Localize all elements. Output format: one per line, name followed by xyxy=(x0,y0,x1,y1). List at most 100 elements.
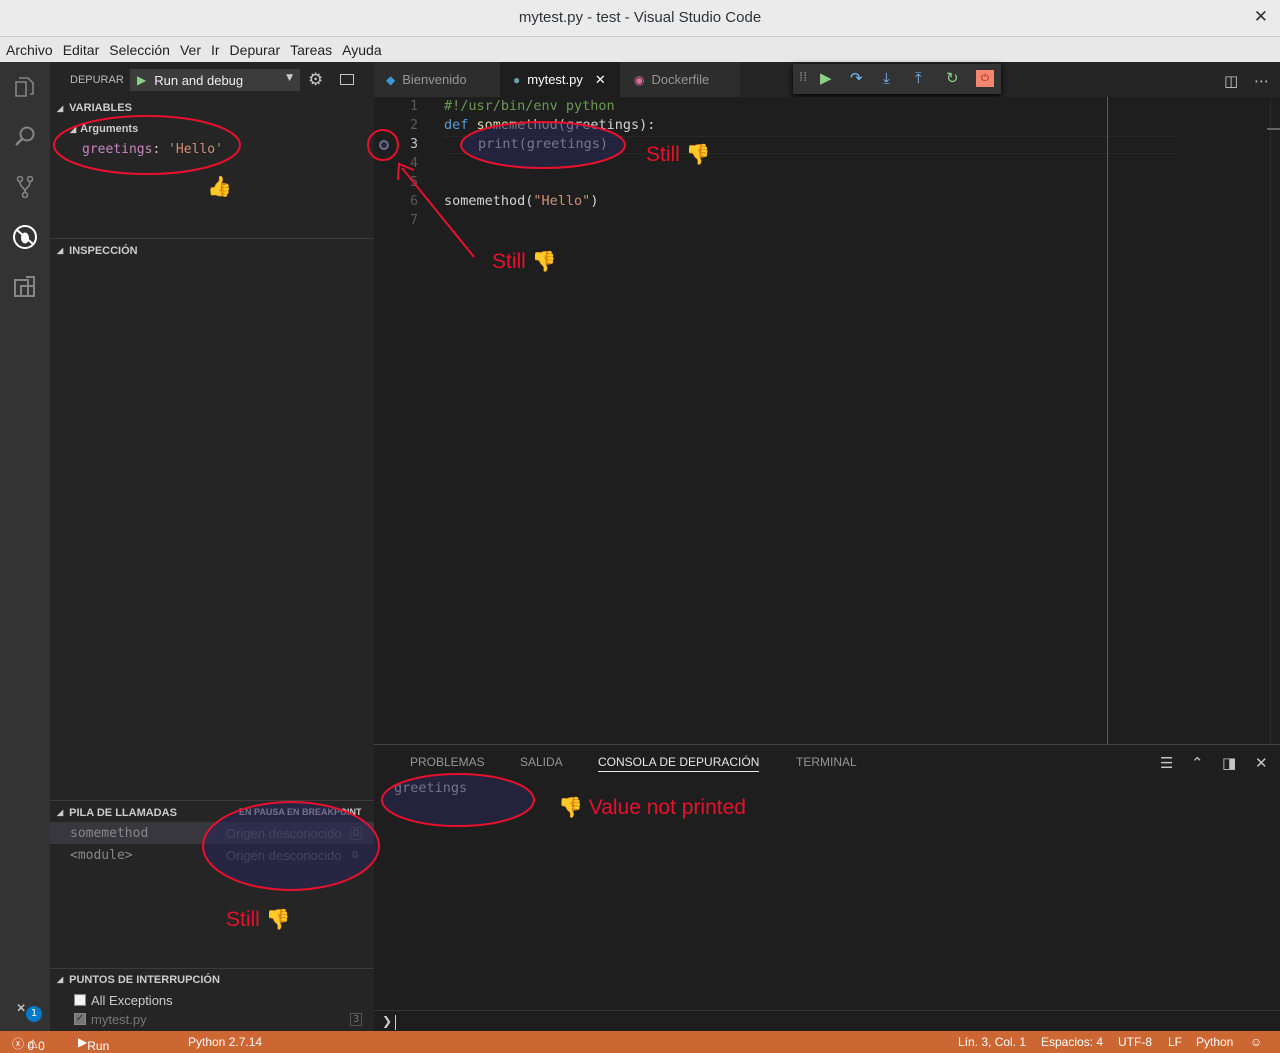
language-status[interactable]: Python xyxy=(1196,1035,1233,1049)
close-panel-icon[interactable]: ✕ xyxy=(1255,754,1268,772)
checkbox-checked[interactable]: ✓ xyxy=(74,1013,86,1025)
stop-icon[interactable]: ⏻ xyxy=(976,70,994,87)
toggle-panel-position-icon[interactable]: ◨ xyxy=(1222,754,1236,772)
remote-icon[interactable] xyxy=(0,990,50,1030)
step-into-icon[interactable]: ⤓ xyxy=(883,69,890,87)
code-line-6: somemethod("Hello") xyxy=(444,193,599,209)
scrollbar-track[interactable] xyxy=(1270,97,1271,744)
continue-icon[interactable]: ▶ xyxy=(820,69,832,87)
thumbs-up-annotation: 👍 xyxy=(207,176,232,198)
still-annotation: Still 👎 xyxy=(226,908,291,931)
still-annotation: Still 👎 xyxy=(646,143,711,166)
interpreter-status[interactable]: Python 2.7.14 xyxy=(188,1035,262,1049)
debug-label: DEPURAR xyxy=(70,74,124,86)
split-editor-icon[interactable]: ◫ xyxy=(1224,72,1238,90)
variables-header[interactable]: ◢ VARIABLES xyxy=(50,97,374,119)
tab-mytest-py[interactable]: ● mytest.py ✕ xyxy=(500,62,620,97)
feedback-smiley-icon[interactable]: ☺ xyxy=(1250,1035,1262,1049)
frame-name: somemethod xyxy=(70,825,149,841)
indentation-status[interactable]: Espacios: 4 xyxy=(1041,1035,1103,1049)
menu-editar[interactable]: Editar xyxy=(63,42,100,58)
breakpoint-count: 3 xyxy=(350,1013,363,1026)
menu-seleccion[interactable]: Selección xyxy=(109,42,170,58)
line-number: 5 xyxy=(410,175,418,190)
tab-problemas[interactable]: PROBLEMAS xyxy=(410,755,485,769)
menu-archivo[interactable]: Archivo xyxy=(6,42,53,58)
gear-icon[interactable]: ⚙ xyxy=(308,70,323,90)
line-number: 7 xyxy=(410,213,418,228)
encoding-status[interactable]: UTF-8 xyxy=(1118,1035,1152,1049)
start-debug-icon[interactable]: ▶ xyxy=(137,73,146,87)
breakpoint-item[interactable]: All Exceptions xyxy=(74,990,173,1010)
source-control-icon[interactable] xyxy=(0,162,50,212)
tab-terminal[interactable]: TERMINAL xyxy=(796,755,857,769)
value-not-printed-annotation: 👎 Value not printed xyxy=(558,796,746,819)
checkbox[interactable] xyxy=(74,994,86,1006)
step-over-icon[interactable]: ↷ xyxy=(850,69,863,87)
collapse-icon: ◢ xyxy=(57,975,64,984)
restart-icon[interactable]: ↻ xyxy=(946,69,959,87)
problems-status[interactable]: ⓧ 0 ⚠ 0 xyxy=(12,1035,45,1053)
eol-status[interactable]: LF xyxy=(1168,1035,1182,1049)
tab-bienvenido[interactable]: ◆ Bienvenido xyxy=(374,62,500,97)
paused-status: EN PAUSA EN BREAKPOINT xyxy=(239,807,362,817)
more-actions-icon[interactable]: ⋯ xyxy=(1254,72,1269,90)
menu-ver[interactable]: Ver xyxy=(180,42,201,58)
cursor-position[interactable]: Lín. 3, Col. 1 xyxy=(958,1035,1026,1049)
breakpoint-label: mytest.py xyxy=(91,1011,147,1027)
variable-value: 'Hello' xyxy=(168,142,223,157)
stack-frame[interactable]: <module> Origen desconocido 0 xyxy=(50,844,374,866)
debug-icon[interactable] xyxy=(0,212,50,262)
extensions-icon[interactable] xyxy=(0,262,50,312)
code-line-3: print(greetings) xyxy=(478,136,609,152)
activity-bar: 1 xyxy=(0,62,50,1031)
breakpoints-header[interactable]: ◢ PUNTOS DE INTERRUPCIÓN xyxy=(50,968,374,990)
maximize-panel-icon[interactable]: ⌃ xyxy=(1191,754,1204,772)
menu-ayuda[interactable]: Ayuda xyxy=(342,42,381,58)
line-number: 4 xyxy=(410,156,418,171)
step-out-icon[interactable]: ⤒ xyxy=(915,69,922,87)
line-number: 6 xyxy=(410,194,418,209)
code-line-2: def somemethod(greetings): xyxy=(444,117,655,133)
menu-ir[interactable]: Ir xyxy=(211,42,220,58)
variables-scope[interactable]: ◢ Arguments xyxy=(70,123,138,135)
console-input[interactable]: ❯ xyxy=(374,1010,1280,1032)
debug-config-select[interactable]: ▶ Run and debug ▼ xyxy=(130,69,300,91)
keyword: def xyxy=(444,117,469,133)
menu-tareas[interactable]: Tareas xyxy=(290,42,332,58)
debug-config-status[interactable]: ▶ Run and debug xyxy=(78,1035,109,1053)
tab-debug-console[interactable]: CONSOLA DE DEPURACIÓN xyxy=(598,755,760,772)
still-annotation: Still 👎 xyxy=(492,250,557,273)
vscode-icon: ◆ xyxy=(386,72,396,87)
menu-bar: Archivo Editar Selección Ver Ir Depurar … xyxy=(0,37,1280,62)
editor-ruler xyxy=(1107,97,1108,744)
code-editor[interactable]: 1 2 3 4 5 6 7 #!/usr/bin/env python def … xyxy=(374,97,1280,744)
window-close-button[interactable]: ✕ xyxy=(1254,7,1268,27)
minimap[interactable] xyxy=(1267,128,1280,130)
frame-line: 0 xyxy=(350,826,363,840)
frame-source: Origen desconocido xyxy=(226,825,342,841)
stack-frame[interactable]: somemethod Origen desconocido 0 xyxy=(50,822,374,844)
frame-source: Origen desconocido xyxy=(226,847,342,863)
console-output-line: greetings xyxy=(394,780,468,796)
python-icon: ● xyxy=(513,72,521,87)
breakpoint-unverified-icon[interactable] xyxy=(379,140,389,150)
search-icon[interactable] xyxy=(0,112,50,162)
files-icon[interactable] xyxy=(0,62,50,112)
close-icon[interactable]: ✕ xyxy=(595,72,606,88)
breakpoint-item[interactable]: ✓ mytest.py xyxy=(74,1009,147,1029)
tab-salida[interactable]: SALIDA xyxy=(520,755,563,769)
drag-handle-icon[interactable]: ⁞⁞ xyxy=(799,70,807,85)
clear-console-icon[interactable]: ☰ xyxy=(1160,754,1173,772)
tab-dockerfile[interactable]: ◉ Dockerfile xyxy=(620,62,740,97)
variable-name: greetings xyxy=(82,142,153,157)
frame-name: <module> xyxy=(70,847,133,863)
collapse-icon: ◢ xyxy=(57,246,64,255)
line-number: 1 xyxy=(410,99,418,114)
menu-depurar[interactable]: Depurar xyxy=(230,42,281,58)
variable-row[interactable]: greetings: 'Hello' xyxy=(82,142,223,157)
line-number: 2 xyxy=(410,118,418,133)
watch-header[interactable]: ◢ INSPECCIÓN xyxy=(50,238,374,262)
debug-console-icon[interactable] xyxy=(340,74,354,85)
chevron-down-icon: ▼ xyxy=(286,73,293,83)
